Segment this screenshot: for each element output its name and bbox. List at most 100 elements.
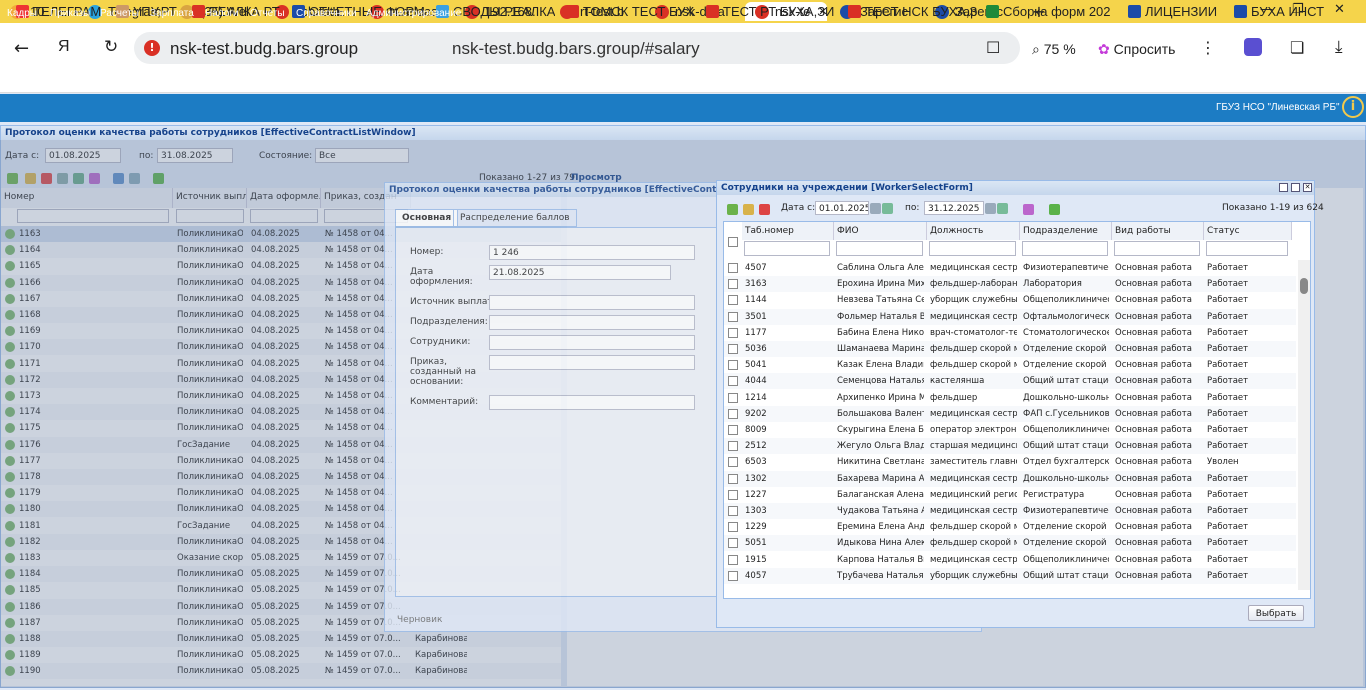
worker-row-checkbox[interactable] — [728, 327, 738, 338]
worker-row[interactable]: 4057 Трубачева Наталья ... уборщик служебн… — [724, 567, 1296, 584]
worker-column-header[interactable]: ФИО — [834, 222, 927, 240]
worker-row[interactable]: 1915 Карпова Наталья Ви... медицинская сес… — [724, 551, 1296, 568]
menu-item[interactable]: Зарплата — [150, 8, 194, 19]
worker-row[interactable]: 5036 Шаманаева Марина ... фельдшер скорой … — [724, 341, 1296, 357]
worker-row[interactable]: 1177 Бабина Елена Нико... врач-стоматолог-… — [724, 324, 1296, 341]
worker-row[interactable]: 5051 Идыкова Нина Алек... фельдшер скорой … — [724, 535, 1296, 552]
worker-date-to-calendar-icon[interactable] — [985, 203, 996, 214]
worker-row-checkbox[interactable] — [728, 392, 738, 403]
select-all-checkbox[interactable] — [728, 237, 738, 247]
menu-item[interactable]: Отчеты — [250, 8, 285, 19]
bookmark-item[interactable]: ЛИЦЕНЗИИ — [1128, 4, 1217, 19]
bookmark-item[interactable]: ТОМСК ТЕСТ БУХ — [566, 4, 694, 19]
yandex-logo-icon[interactable]: Я — [58, 38, 70, 56]
worker-row[interactable]: 1303 Чудакова Татьяна А... медицинская сес… — [724, 503, 1296, 519]
worker-row-checkbox[interactable] — [728, 489, 738, 500]
worker-row[interactable]: 1227 Балаганская Алена ... медицинский рег… — [724, 486, 1296, 503]
worker-column-filter[interactable] — [836, 241, 923, 256]
worker-row[interactable]: 5041 Казак Елена Владим... фельдшер скорой… — [724, 357, 1296, 374]
worker-scrollbar-thumb[interactable] — [1300, 278, 1308, 294]
worker-edit-icon[interactable] — [743, 204, 754, 215]
worker-refresh-icon[interactable] — [1049, 204, 1060, 215]
worker-row-checkbox[interactable] — [728, 279, 738, 290]
menu-item[interactable]: Приказы — [50, 8, 90, 19]
download-icon[interactable]: ⤓ — [1335, 37, 1343, 57]
menu-item[interactable]: Кадры — [7, 8, 37, 19]
worker-row[interactable]: 2512 Жегуло Ольга Влад... старшая медицинс… — [724, 438, 1296, 455]
worker-column-filter[interactable] — [1114, 241, 1200, 256]
worker-column-header[interactable]: Должность — [927, 222, 1020, 240]
worker-row-checkbox[interactable] — [728, 570, 738, 581]
back-arrow-icon[interactable]: ← — [14, 38, 29, 59]
bookmark-item[interactable]: ТЕСТ НСК БУХА,З — [848, 4, 977, 19]
worker-row-checkbox[interactable] — [728, 522, 738, 533]
worker-column-header[interactable]: Вид работы — [1112, 222, 1204, 240]
worker-settings-icon[interactable] — [1023, 204, 1034, 215]
reload-icon[interactable]: ↻ — [104, 37, 118, 57]
bookmark-star-icon[interactable]: ☐ — [986, 38, 1000, 57]
menu-item[interactable]: Налоги — [205, 8, 239, 19]
worker-minimize-icon[interactable] — [1279, 183, 1288, 192]
worker-row[interactable]: 8009 Скурыгина Елена Бо... оператор электр… — [724, 422, 1296, 438]
worker-row-checkbox[interactable] — [728, 554, 738, 565]
worker-close-icon[interactable]: ✕ — [1303, 183, 1312, 192]
worker-row-checkbox[interactable] — [728, 408, 738, 419]
zoom-indicator[interactable]: ⌕ 75 % — [1032, 41, 1076, 58]
worker-column-filter[interactable] — [929, 241, 1016, 256]
close-window-icon[interactable]: ✕ — [1334, 2, 1345, 17]
select-button[interactable]: Выбрать — [1248, 605, 1304, 621]
worker-row[interactable]: 1229 Еремина Елена Анд... фельдшер скорой … — [724, 519, 1296, 536]
worker-add-icon[interactable] — [727, 204, 738, 215]
worker-row-checkbox[interactable] — [728, 425, 738, 435]
worker-row-checkbox[interactable] — [728, 506, 738, 516]
organization-name[interactable]: ГБУЗ НСО "Линевская РБ" — [1216, 102, 1340, 113]
worker-column-filter[interactable] — [1206, 241, 1288, 256]
info-icon[interactable]: i — [1342, 96, 1364, 118]
worker-row[interactable]: 3501 Фольмер Наталья В... медицинская сест… — [724, 308, 1296, 325]
worker-maximize-icon[interactable] — [1291, 183, 1300, 192]
worker-scrollbar[interactable] — [1298, 260, 1310, 590]
tab-main[interactable]: Основная — [395, 209, 459, 227]
comment-input[interactable] — [489, 395, 695, 410]
worker-row[interactable]: 1302 Бахарева Марина А... медицинская сест… — [724, 470, 1296, 487]
tab-distribution[interactable]: Распределение баллов — [453, 209, 577, 227]
more-menu-icon[interactable]: ⋮ — [1200, 38, 1216, 57]
worker-row-checkbox[interactable] — [728, 538, 738, 549]
worker-column-header[interactable]: Таб.номер — [742, 222, 834, 240]
worker-row-checkbox[interactable] — [728, 473, 738, 484]
bookmark-item[interactable]: ТЕСТ РТ БУХА,ЗИ — [706, 4, 834, 19]
worker-row-checkbox[interactable] — [728, 441, 738, 452]
worker-row[interactable]: 3163 Ерохина Ирина Мих... фельдшер-лаборан… — [724, 276, 1296, 293]
worker-row-checkbox[interactable] — [728, 344, 738, 354]
worker-row-checkbox[interactable] — [728, 311, 738, 322]
worker-column-filter[interactable] — [744, 241, 830, 256]
date-input[interactable]: 21.08.2025 — [489, 265, 671, 280]
collections-icon[interactable]: ❏ — [1290, 38, 1304, 57]
worker-row[interactable]: 4044 Семенцова Наталья ... кастелянша Общий… — [724, 373, 1296, 390]
url-full[interactable]: nsk-test.budg.bars.group/#salary — [452, 39, 700, 59]
worker-row[interactable]: 1144 Невзева Татьяна Се... уборщик служебн… — [724, 292, 1296, 309]
bookmark-item[interactable]: Сборка форм 202 — [986, 4, 1111, 19]
worker-row-checkbox[interactable] — [728, 457, 738, 468]
security-warning-icon[interactable]: ! — [144, 40, 160, 56]
menu-item[interactable]: Расчеты — [100, 8, 139, 19]
worker-date-to-refresh-icon[interactable] — [997, 203, 1008, 214]
worker-row[interactable]: 1214 Архипенко Ирина М... фельдшер Дошкольн… — [724, 389, 1296, 406]
worker-delete-icon[interactable] — [759, 204, 770, 215]
worker-row[interactable]: 9202 Большакова Валент... медицинская сест… — [724, 405, 1296, 422]
worker-date-from-refresh-icon[interactable] — [882, 203, 893, 214]
worker-column-filter[interactable] — [1022, 241, 1108, 256]
worker-column-header[interactable]: Подразделение — [1020, 222, 1112, 240]
worker-date-from-calendar-icon[interactable] — [870, 203, 881, 214]
source-input[interactable] — [489, 295, 695, 310]
worker-row[interactable]: 4507 Саблина Ольга Алек... медицинская сес… — [724, 260, 1296, 276]
ask-button[interactable]: ✿ Спросить — [1098, 41, 1175, 58]
dept-input[interactable] — [489, 315, 695, 330]
worker-date-from-input[interactable]: 01.01.2025 — [815, 201, 869, 215]
worker-date-to-input[interactable]: 31.12.2025 — [924, 201, 984, 215]
worker-row-checkbox[interactable] — [728, 263, 738, 273]
worker-row-checkbox[interactable] — [728, 360, 738, 371]
menu-item[interactable]: Администрирование — [366, 8, 461, 19]
worker-row[interactable]: 6503 Никитина Светлана ... заместитель гла… — [724, 454, 1296, 471]
number-input[interactable]: 1 246 — [489, 245, 695, 260]
